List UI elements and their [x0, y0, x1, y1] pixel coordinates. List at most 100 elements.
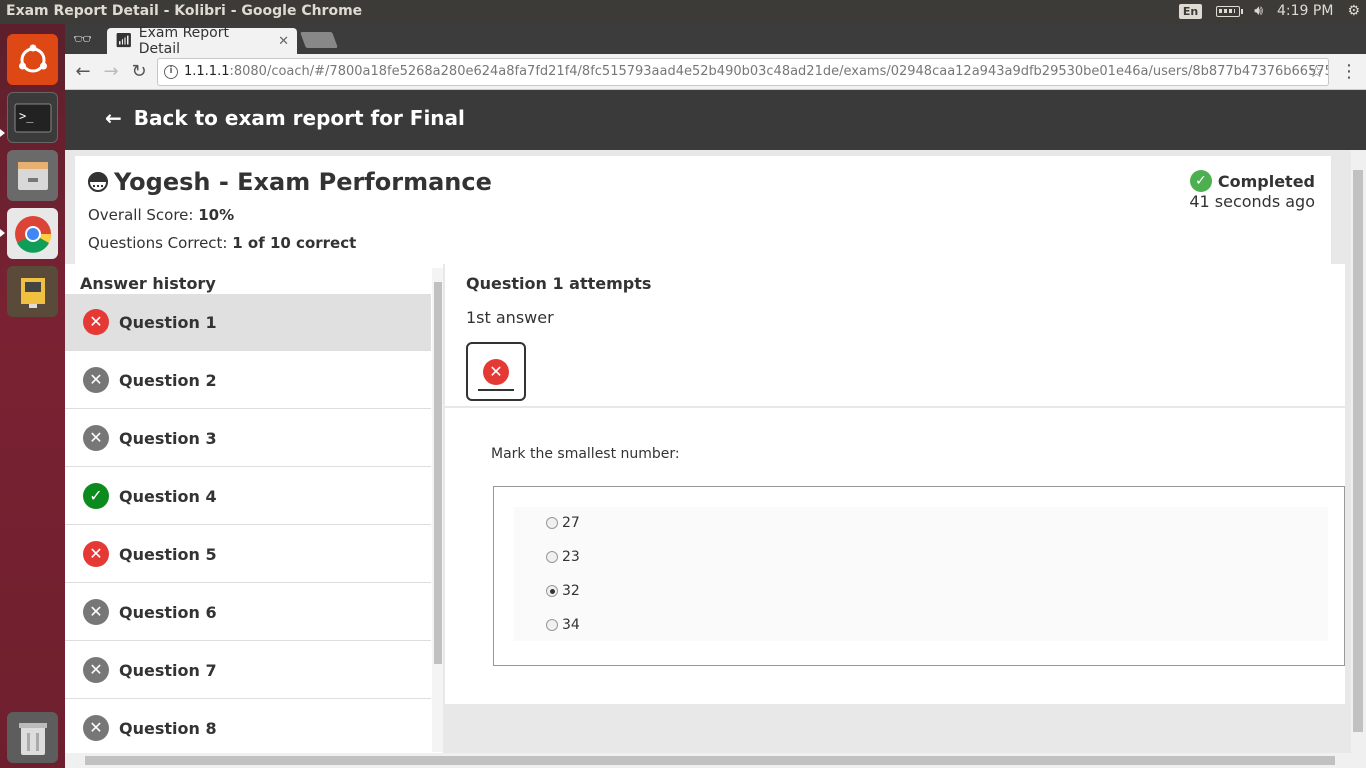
- kolibri-app-icon[interactable]: [7, 266, 58, 317]
- radio-button[interactable]: [546, 619, 558, 631]
- page-content: ← Back to exam report for Final Yogesh -…: [65, 90, 1366, 768]
- answer-choices: 27 23 32 34: [493, 486, 1345, 666]
- radio-button[interactable]: [546, 517, 558, 529]
- question-label: Question 2: [119, 370, 217, 390]
- attempt-1-button[interactable]: ✕: [466, 342, 526, 401]
- questions-correct-label: Questions Correct:: [88, 234, 233, 252]
- radio-button[interactable]: [546, 551, 558, 563]
- battery-icon[interactable]: [1216, 5, 1244, 17]
- choice-label: 27: [562, 515, 580, 531]
- question-label: Question 4: [119, 486, 217, 506]
- answer-choice[interactable]: 34: [546, 617, 580, 633]
- question-label: Question 6: [119, 602, 217, 622]
- back-to-exam-report-link[interactable]: ← Back to exam report for Final: [105, 106, 465, 130]
- active-app-indicator: [0, 229, 5, 237]
- chrome-icon[interactable]: [7, 208, 58, 259]
- window-title: Exam Report Detail - Kolibri - Google Ch…: [6, 3, 363, 19]
- clock[interactable]: 4:19 PM: [1277, 3, 1333, 19]
- unanswered-x-icon: ✕: [83, 599, 109, 625]
- status-time: 41 seconds ago: [1189, 192, 1315, 211]
- choice-label: 32: [562, 583, 580, 599]
- settings-gear-icon[interactable]: ⚙: [1347, 3, 1360, 19]
- check-circle-icon: ✓: [1189, 170, 1212, 192]
- incorrect-x-icon: ✕: [483, 359, 509, 385]
- overall-score-label: Overall Score:: [88, 206, 199, 224]
- app-bar: ← Back to exam report for Final: [65, 90, 1366, 150]
- page-vertical-scrollbar[interactable]: [1351, 150, 1366, 753]
- status-label: Completed: [1217, 171, 1315, 191]
- radio-button[interactable]: [546, 585, 558, 597]
- answer-history-item[interactable]: ✕ Question 5: [65, 526, 431, 583]
- question-label: Question 5: [119, 544, 217, 564]
- question-label: Question 7: [119, 660, 217, 680]
- new-tab-button[interactable]: [300, 32, 338, 48]
- question-label: Question 8: [119, 718, 217, 738]
- bookmark-star-icon[interactable]: ☆: [1309, 59, 1324, 85]
- questions-correct-value: 1 of 10 correct: [232, 234, 357, 252]
- choice-label: 23: [562, 549, 580, 565]
- forward-arrow-icon[interactable]: →: [99, 60, 123, 84]
- back-arrow-icon[interactable]: ←: [71, 60, 95, 84]
- answer-history-item[interactable]: ✕ Question 7: [65, 642, 431, 699]
- tab-title: Exam Report Detail: [138, 25, 229, 57]
- selected-attempt-underline: [478, 389, 514, 391]
- trash-icon[interactable]: [7, 712, 58, 763]
- question-content: Mark the smallest number: 27 23 32 34: [445, 408, 1345, 704]
- answer-history-item[interactable]: ✕ Question 3: [65, 410, 431, 467]
- attempts-heading: Question 1 attempts: [466, 274, 652, 293]
- unanswered-x-icon: ✕: [83, 715, 109, 741]
- url-path: :8080/coach/#/7800a18fe5268a280e624a8fa7…: [229, 64, 1329, 79]
- browser-tab-bar: 👓︎ 📶︎ Exam Report Detail ✕: [65, 24, 1366, 57]
- incorrect-x-icon: ✕: [83, 309, 109, 335]
- answer-history-item[interactable]: ✕ Question 8: [65, 700, 431, 757]
- answer-history-item[interactable]: ✕ Question 6: [65, 584, 431, 641]
- answer-history-item[interactable]: ✕ Question 1: [65, 294, 431, 351]
- learner-face-icon: [88, 172, 108, 192]
- status-badge: ✓ Completed: [1189, 170, 1315, 192]
- tab-exam-report[interactable]: 📶︎ Exam Report Detail ✕: [107, 25, 297, 57]
- volume-icon[interactable]: 🔊︎: [1254, 3, 1263, 19]
- overall-score-value: 10%: [198, 206, 235, 224]
- answer-choice[interactable]: 27: [546, 515, 580, 531]
- terminal-icon[interactable]: >_: [7, 92, 58, 143]
- answer-history-panel: Answer history ✕ Question 1 ✕ Question 2 ✕ Qu…: [65, 264, 443, 768]
- page-horizontal-scrollbar[interactable]: [65, 753, 1366, 768]
- files-icon[interactable]: [7, 150, 58, 201]
- answer-choice[interactable]: 23: [546, 549, 580, 565]
- tab-close-icon[interactable]: ✕: [278, 34, 289, 49]
- question-label: Question 1: [119, 312, 217, 332]
- site-info-icon[interactable]: i: [164, 65, 178, 79]
- back-link-label: Back to exam report for Final: [133, 106, 465, 130]
- incorrect-x-icon: ✕: [83, 541, 109, 567]
- learner-summary-card: Yogesh - Exam Performance Overall Score:…: [75, 156, 1331, 264]
- questions-correct: Questions Correct: 1 of 10 correct: [88, 234, 356, 252]
- browser-toolbar: ← → ↻ i 1.1.1.1:8080/coach/#/7800a18fe52…: [65, 54, 1366, 90]
- system-tray: En 🔊︎ 4:19 PM ⚙: [1178, 3, 1360, 19]
- chrome-menu-icon[interactable]: ⋮: [1337, 60, 1361, 84]
- reload-icon[interactable]: ↻: [127, 60, 151, 84]
- url-host: 1.1.1.1: [184, 64, 230, 79]
- answer-history-item[interactable]: ✕ Question 2: [65, 352, 431, 409]
- answer-history-heading: Answer history: [80, 274, 216, 293]
- active-app-indicator: [0, 129, 5, 137]
- choice-label: 34: [562, 617, 580, 633]
- ubuntu-dash-icon[interactable]: [7, 34, 58, 85]
- answer-history-item[interactable]: ✓ Question 4: [65, 468, 431, 525]
- address-bar[interactable]: i 1.1.1.1:8080/coach/#/7800a18fe5268a280…: [157, 58, 1329, 86]
- unanswered-x-icon: ✕: [83, 367, 109, 393]
- correct-check-icon: ✓: [83, 483, 109, 509]
- answer-history-scrollbar[interactable]: [432, 268, 443, 752]
- os-top-panel: Exam Report Detail - Kolibri - Google Ch…: [0, 0, 1366, 24]
- back-arrow-icon: ←: [105, 106, 122, 130]
- attempt-label: 1st answer: [466, 308, 554, 327]
- overall-score: Overall Score: 10%: [88, 206, 234, 224]
- answer-choice[interactable]: 32: [546, 583, 580, 599]
- unity-launcher: >_: [0, 24, 65, 768]
- unanswered-x-icon: ✕: [83, 425, 109, 451]
- question-prompt: Mark the smallest number:: [491, 446, 680, 462]
- exam-status: ✓ Completed 41 seconds ago: [1189, 170, 1315, 211]
- unanswered-x-icon: ✕: [83, 657, 109, 683]
- learner-title: Yogesh - Exam Performance: [114, 168, 492, 196]
- page-title: Yogesh - Exam Performance: [88, 168, 492, 196]
- keyboard-language-indicator[interactable]: En: [1178, 3, 1203, 19]
